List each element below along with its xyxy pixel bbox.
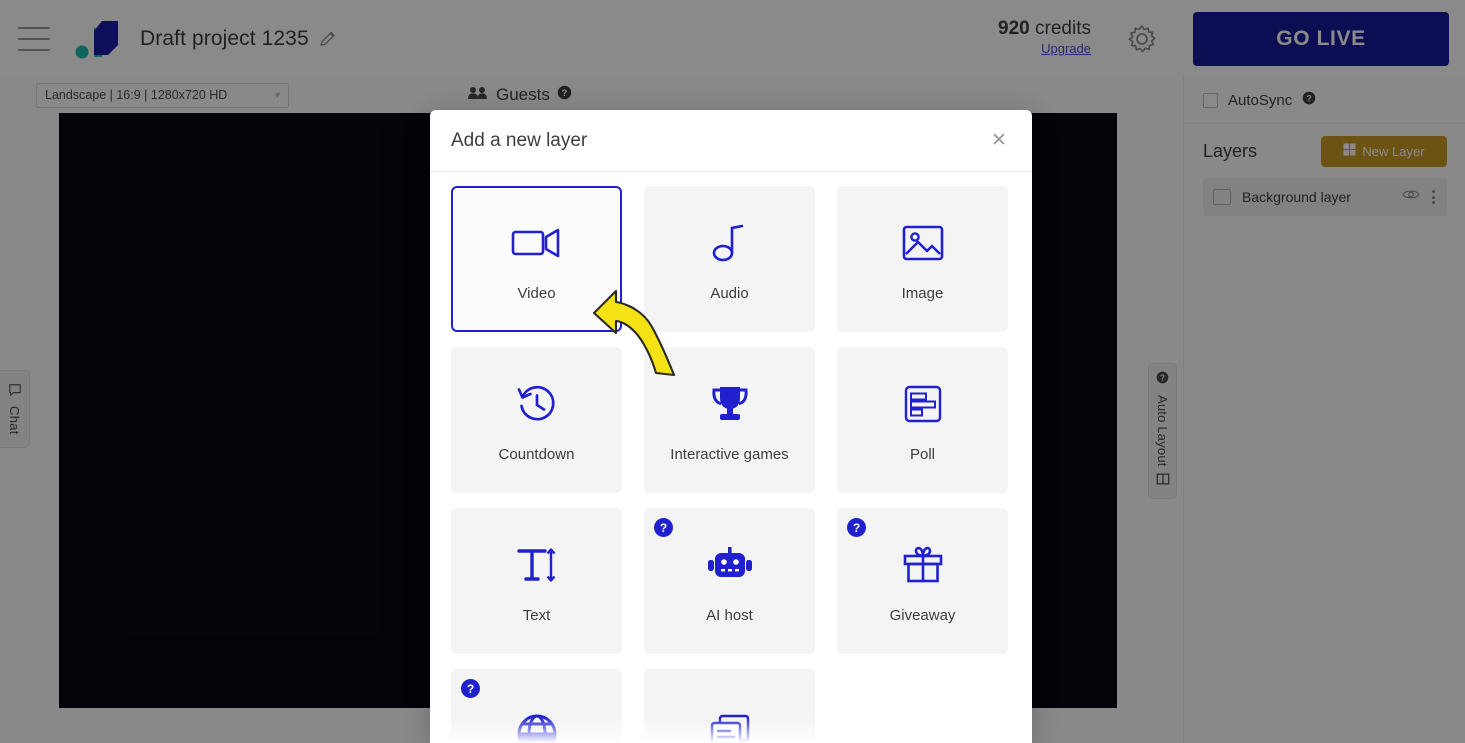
close-icon[interactable]: ✕ xyxy=(986,128,1012,154)
layer-tile-globe[interactable]: ? xyxy=(451,669,622,743)
layer-tile-label: Interactive games xyxy=(670,445,789,463)
layer-tile-label: Giveaway xyxy=(889,606,956,624)
layer-tile-text[interactable]: Text xyxy=(451,508,622,654)
layer-tile-label: Image xyxy=(901,284,944,302)
layer-tile-label: Text xyxy=(522,606,551,624)
modal-title: Add a new layer xyxy=(451,129,588,151)
help-badge-icon[interactable]: ? xyxy=(654,518,673,537)
video-camera-icon xyxy=(509,217,565,269)
help-badge-icon[interactable]: ? xyxy=(847,518,866,537)
layer-tile-audio[interactable]: Audio xyxy=(644,186,815,332)
layer-tile-countdown[interactable]: Countdown xyxy=(451,347,622,493)
layer-tile-image[interactable]: Image xyxy=(837,186,1008,332)
layer-tile-label: Poll xyxy=(909,445,935,463)
modal-body: Video Audio Image Countdown Interactive … xyxy=(430,172,1032,743)
layer-tile-interactive-games[interactable]: Interactive games xyxy=(644,347,815,493)
help-badge-icon[interactable]: ? xyxy=(461,679,480,698)
layer-tile-label: Audio xyxy=(710,284,749,302)
layer-tile-slides[interactable] xyxy=(644,669,815,743)
layer-tile-label: Video xyxy=(517,284,556,302)
slides-icon xyxy=(702,708,758,743)
app-root: Draft project 1235 920 credits Upgrade G… xyxy=(0,0,1465,743)
trophy-icon xyxy=(702,378,758,430)
image-icon xyxy=(895,217,951,269)
layer-tile-label: Countdown xyxy=(498,445,575,463)
gift-icon xyxy=(895,539,951,591)
layer-tile-label: AI host xyxy=(706,606,753,624)
poll-bars-icon xyxy=(895,378,951,430)
music-note-icon xyxy=(702,217,758,269)
layer-tile-ai-host[interactable]: ? AI host xyxy=(644,508,815,654)
text-size-icon xyxy=(509,539,565,591)
globe-icon xyxy=(509,708,565,743)
layer-tile-video[interactable]: Video xyxy=(451,186,622,332)
layer-tile-poll[interactable]: Poll xyxy=(837,347,1008,493)
robot-icon xyxy=(702,539,758,591)
add-layer-modal: Add a new layer ✕ Video Audio Image Coun… xyxy=(430,110,1032,743)
layer-type-grid: Video Audio Image Countdown Interactive … xyxy=(451,186,1011,743)
modal-header: Add a new layer ✕ xyxy=(430,110,1032,172)
layer-tile-giveaway[interactable]: ? Giveaway xyxy=(837,508,1008,654)
clock-rewind-icon xyxy=(509,378,565,430)
